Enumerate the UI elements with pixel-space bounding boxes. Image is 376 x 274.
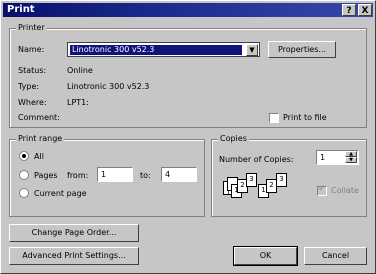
comment-label: Comment: [18,113,60,122]
collate-checkbox[interactable]: ✓ [317,184,327,196]
where-label: Where: [18,98,47,107]
print-to-file-label: Print to file [283,113,327,122]
collate-label: Collate [331,186,359,195]
number-of-copies-value: 1 [320,153,326,162]
chevron-down-icon[interactable]: ▼ [246,44,258,56]
copies-group-label: Copies [218,134,249,143]
properties-button[interactable]: Properties... [268,41,336,58]
printer-name-value: Linotronic 300 v52.3 [70,45,242,55]
advanced-print-settings-button[interactable]: Advanced Print Settings... [9,247,139,265]
window-title: Print [7,4,35,15]
cancel-button[interactable]: Cancel [304,247,367,265]
status-value: Online [67,66,93,75]
printer-name-label: Name: [18,45,45,54]
type-label: Type: [18,82,40,91]
print-to-file-checkbox[interactable] [269,113,279,123]
type-value: Linotronic 300 v52.3 [67,82,150,91]
current-page-radio[interactable] [19,188,29,198]
printer-name-dropdown[interactable]: Linotronic 300 v52.3 ▼ [67,42,260,57]
all-radio[interactable] [19,151,29,161]
to-label: to: [140,171,151,180]
print-dialog: Print ? X Printer Name: Linotronic 300 v… [0,0,376,274]
where-value: LPT1: [67,98,89,107]
printer-group-label: Printer [16,23,47,32]
from-label: from: [67,171,89,180]
spin-down-icon[interactable]: ▼ [345,157,357,163]
number-of-copies-label: Number of Copies: [219,155,294,164]
current-page-label: Current page [34,189,87,198]
print-range-group-label: Print range [16,134,65,143]
ok-button[interactable]: OK [233,246,298,266]
number-of-copies-input[interactable]: 1 ▲ ▼ [316,150,359,165]
change-page-order-button[interactable]: Change Page Order... [9,224,139,242]
pages-radio[interactable] [19,170,29,180]
close-button[interactable]: X [358,4,372,16]
title-bar[interactable]: Print ? X [3,3,373,17]
pages-label: Pages [34,171,58,180]
help-button[interactable]: ? [342,4,356,16]
all-label: All [34,152,44,161]
status-label: Status: [18,66,47,75]
to-page-input[interactable]: 4 [161,167,197,182]
from-page-input[interactable]: 1 [97,167,133,182]
